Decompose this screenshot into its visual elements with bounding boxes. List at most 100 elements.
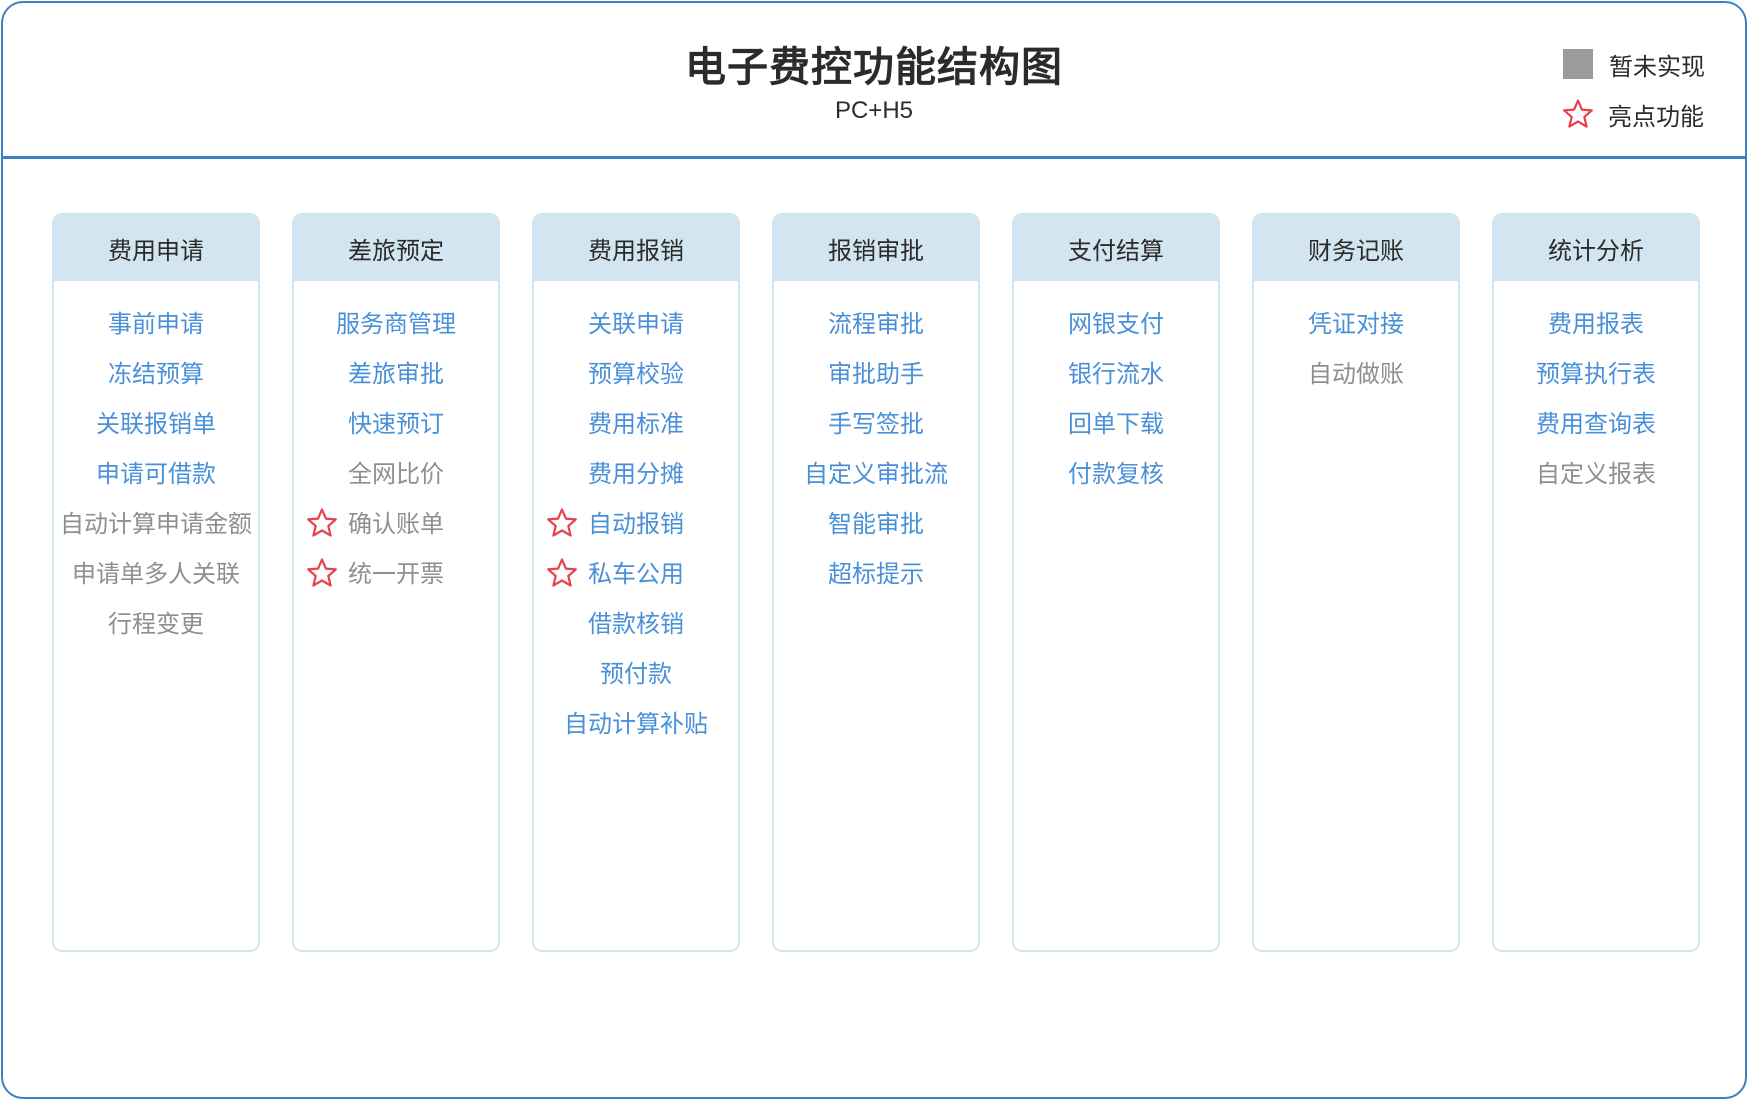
feature-item: 费用分摊	[534, 449, 738, 499]
module-feature-list: 凭证对接 自动做账	[1254, 281, 1458, 399]
feature-item-label: 预付款	[600, 660, 672, 688]
module-column: 费用申请事前申请冻结预算关联报销单申请可借款自动计算申请金额申请单多人关联 行程变…	[52, 213, 260, 952]
feature-item-label: 冻结预算	[108, 360, 204, 388]
feature-item-label: 服务商管理	[336, 310, 456, 338]
feature-item: 网银支付	[1014, 299, 1218, 349]
feature-item: 服务商管理	[294, 299, 498, 349]
feature-item-label: 超标提示	[828, 560, 924, 588]
feature-item-label: 确认账单	[348, 510, 444, 538]
module-feature-list: 网银支付银行流水回单下载付款复核	[1014, 281, 1218, 499]
feature-item-label: 关联申请	[588, 310, 684, 338]
module-column: 费用报销关联申请预算校验费用标准费用分摊自动报销私车公用借款核销预付款自动计算补…	[532, 213, 740, 952]
feature-item: 手写签批	[774, 399, 978, 449]
feature-item: 自动计算补贴	[534, 699, 738, 749]
legend-not-implemented-label: 暂未实现	[1609, 52, 1705, 81]
module-feature-list: 费用报表预算执行表费用查询表自定义报表	[1494, 281, 1698, 499]
feature-item: 申请可借款	[54, 449, 258, 499]
feature-item: 自定义审批流	[774, 449, 978, 499]
module-column: 财务记账凭证对接自动做账	[1252, 213, 1460, 952]
feature-item-label: 预算校验	[588, 360, 684, 388]
feature-item-label: 审批助手	[828, 360, 924, 388]
feature-item: 快速预订	[294, 399, 498, 449]
feature-item: 费用查询表	[1494, 399, 1698, 449]
feature-item-label: 回单下载	[1068, 410, 1164, 438]
feature-item: 自动做账	[1254, 349, 1458, 399]
feature-item-label: 付款复核	[1068, 460, 1164, 488]
feature-item-label: 关联报销单	[96, 410, 216, 438]
star-icon	[307, 508, 337, 537]
module-column-title: 差旅预定	[294, 215, 498, 281]
module-column-title: 费用申请	[54, 215, 258, 281]
feature-item-label: 私车公用	[588, 560, 684, 588]
feature-item: 超标提示	[774, 549, 978, 599]
feature-item: 统一开票	[294, 549, 498, 599]
feature-item-label: 手写签批	[828, 410, 924, 438]
feature-item-label: 银行流水	[1068, 360, 1164, 388]
module-column: 支付结算网银支付银行流水回单下载付款复核	[1012, 213, 1220, 952]
feature-item: 银行流水	[1014, 349, 1218, 399]
feature-item: 回单下载	[1014, 399, 1218, 449]
module-column: 统计分析费用报表预算执行表费用查询表自定义报表	[1492, 213, 1700, 952]
star-icon	[307, 558, 337, 587]
feature-item-label: 自动计算补贴	[564, 710, 708, 738]
feature-item-label: 凭证对接	[1308, 310, 1404, 338]
feature-item: 智能审批	[774, 499, 978, 549]
feature-item: 确认账单	[294, 499, 498, 549]
feature-item: 关联申请	[534, 299, 738, 349]
diagram-frame: 电子费控功能结构图 PC+H5 暂未实现 亮点功能 费用申请 事前申请 冻结预算 关联…	[1, 1, 1747, 1099]
feature-item-label: 智能审批	[828, 510, 924, 538]
module-column: 报销审批 流程审批 审批助手 手写签批 自定义审批流 智能审批 超标提示	[772, 213, 980, 952]
feature-item: 事前申请	[54, 299, 258, 349]
star-icon	[1563, 99, 1593, 128]
module-feature-list: 关联申请预算校验费用标准费用分摊自动报销私车公用借款核销预付款自动计算补贴	[534, 281, 738, 749]
feature-item-label: 预算执行表	[1536, 360, 1656, 388]
legend-highlight: 亮点功能	[1563, 97, 1705, 131]
feature-item-label: 借款核销	[588, 610, 684, 638]
module-column-title: 财务记账	[1254, 215, 1458, 281]
legend: 暂未实现 亮点功能	[1563, 47, 1705, 147]
feature-item: 凭证对接	[1254, 299, 1458, 349]
module-column-title: 支付结算	[1014, 215, 1218, 281]
module-feature-list: 服务商管理差旅审批快速预订全网比价确认账单统一开票	[294, 281, 498, 599]
diagram-header: 电子费控功能结构图 PC+H5 暂未实现 亮点功能	[3, 3, 1745, 159]
feature-item-label: 自动报销	[588, 510, 684, 538]
module-column-title: 费用报销	[534, 215, 738, 281]
feature-item-label: 行程变更	[108, 610, 204, 638]
feature-item: 付款复核	[1014, 449, 1218, 499]
module-feature-list: 事前申请冻结预算关联报销单申请可借款自动计算申请金额申请单多人关联 行程变更	[54, 281, 258, 649]
feature-item: 借款核销	[534, 599, 738, 649]
feature-item-label: 差旅审批	[348, 360, 444, 388]
feature-item: 自动计算申请金额	[54, 499, 258, 549]
feature-item-label: 费用查询表	[1536, 410, 1656, 438]
feature-item-label: 快速预订	[348, 410, 444, 438]
feature-item-label: 自定义审批流	[804, 460, 948, 488]
feature-item: 行程变更	[54, 599, 258, 649]
feature-item: 自定义报表	[1494, 449, 1698, 499]
diagram-title: 电子费控功能结构图	[685, 43, 1063, 91]
feature-item-label: 申请可借款	[96, 460, 216, 488]
feature-item: 预付款	[534, 649, 738, 699]
feature-item-label: 流程审批	[828, 310, 924, 338]
feature-item: 预算校验	[534, 349, 738, 399]
diagram-subtitle: PC+H5	[834, 97, 914, 124]
module-column: 差旅预定服务商管理差旅审批快速预订全网比价确认账单统一开票	[292, 213, 500, 952]
feature-item: 费用标准	[534, 399, 738, 449]
feature-item-label: 费用标准	[588, 410, 684, 438]
feature-item-label: 事前申请	[108, 310, 204, 338]
star-icon	[547, 508, 577, 537]
legend-not-implemented: 暂未实现	[1563, 47, 1705, 81]
feature-item-label: 费用分摊	[588, 460, 684, 488]
legend-highlight-label: 亮点功能	[1608, 102, 1704, 131]
feature-item: 私车公用	[534, 549, 738, 599]
star-icon	[547, 558, 577, 587]
module-column-title: 统计分析	[1494, 215, 1698, 281]
feature-item-label: 申请单多人关联	[72, 560, 240, 588]
feature-item-label: 费用报表	[1548, 310, 1644, 338]
feature-item: 费用报表	[1494, 299, 1698, 349]
feature-item-label: 自定义报表	[1536, 460, 1656, 488]
feature-item-label: 全网比价	[348, 460, 444, 488]
feature-item: 流程审批	[774, 299, 978, 349]
feature-item: 差旅审批	[294, 349, 498, 399]
feature-item: 预算执行表	[1494, 349, 1698, 399]
feature-item: 冻结预算	[54, 349, 258, 399]
